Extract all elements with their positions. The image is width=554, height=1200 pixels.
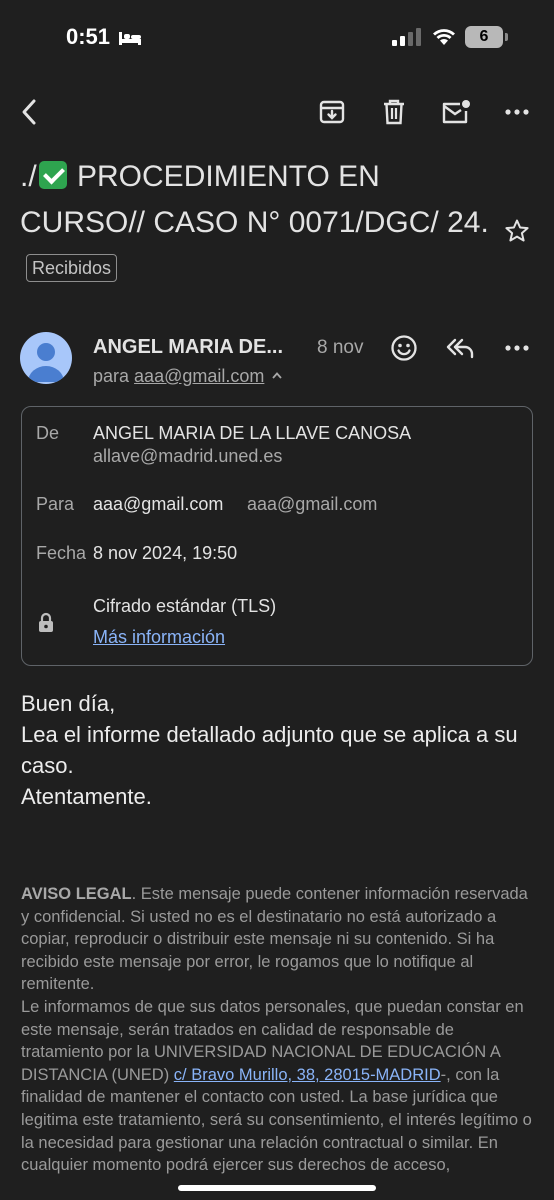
emoji-react-icon[interactable] xyxy=(386,330,422,366)
to-label: Para xyxy=(36,494,75,514)
inbox-label-chip[interactable]: Recibidos xyxy=(26,254,118,282)
from-label: De xyxy=(36,423,60,443)
home-indicator[interactable] xyxy=(178,1185,376,1191)
reply-all-icon[interactable] xyxy=(442,330,478,366)
legal-notice: AVISO LEGAL. Este mensaje puede contener… xyxy=(21,883,533,1177)
encryption-status: Cifrado estándar (TLS) xyxy=(93,596,277,616)
sender-name[interactable]: ANGEL MARIA DE... xyxy=(93,336,283,359)
lock-icon xyxy=(37,612,55,639)
delete-icon[interactable] xyxy=(376,94,412,130)
body-paragraph: Lea el informe detallado adjunto que se … xyxy=(21,722,518,778)
recipient-toggle[interactable]: para aaa@gmail.com xyxy=(93,366,283,387)
greeting: Buen día, xyxy=(21,691,116,716)
subject-prefix: ./ xyxy=(20,160,37,193)
legal-paragraph-1: AVISO LEGAL. Este mensaje puede contener… xyxy=(21,883,533,996)
battery-nub xyxy=(505,33,508,41)
address-link[interactable]: c/ Bravo Murillo, 38, 28015-MADRID xyxy=(174,1066,441,1084)
to-email-address: aaa@gmail.com xyxy=(247,494,378,514)
to-email-name[interactable]: aaa@gmail.com xyxy=(93,494,223,515)
sender-date: 8 nov xyxy=(317,337,364,358)
from-email[interactable]: allave@madrid.uned.es xyxy=(93,446,282,467)
subject-text: PROCEDIMIENTO EN CURSO// CASO N° 0071/DG… xyxy=(20,160,489,239)
chevron-up-icon xyxy=(272,372,283,379)
star-icon[interactable] xyxy=(499,213,535,249)
to-address: aaa@gmail.com xyxy=(134,366,265,386)
email-subject: ./ PROCEDIMIENTO EN CURSO// CASO N° 0071… xyxy=(20,154,490,292)
more-options-icon[interactable] xyxy=(499,94,535,130)
sign-off: Atentamente. xyxy=(21,784,152,809)
message-more-icon[interactable] xyxy=(499,330,535,366)
status-time: 0:51 xyxy=(66,24,111,49)
sleep-focus-icon xyxy=(118,30,142,51)
mark-unread-icon[interactable] xyxy=(438,94,474,130)
archive-icon[interactable] xyxy=(314,94,350,130)
cellular-signal-icon xyxy=(392,28,422,46)
legal-title: AVISO LEGAL xyxy=(21,885,132,903)
from-name: ANGEL MARIA DE LA LLAVE CANOSA xyxy=(93,423,412,443)
email-body: Buen día, Lea el informe detallado adjun… xyxy=(21,688,536,812)
to-prefix: para xyxy=(93,366,130,386)
date-label: Fecha xyxy=(36,543,87,563)
sender-avatar[interactable] xyxy=(20,332,72,384)
check-mark-emoji-icon xyxy=(38,161,67,189)
battery-indicator: 6 xyxy=(465,26,503,48)
more-info-link[interactable]: Más información xyxy=(93,627,225,648)
wifi-icon xyxy=(432,27,456,50)
date-value: 8 nov 2024, 19:50 xyxy=(93,543,238,563)
legal-paragraph-2: Le informamos de que sus datos personale… xyxy=(21,996,533,1177)
back-arrow-icon[interactable] xyxy=(11,94,47,130)
